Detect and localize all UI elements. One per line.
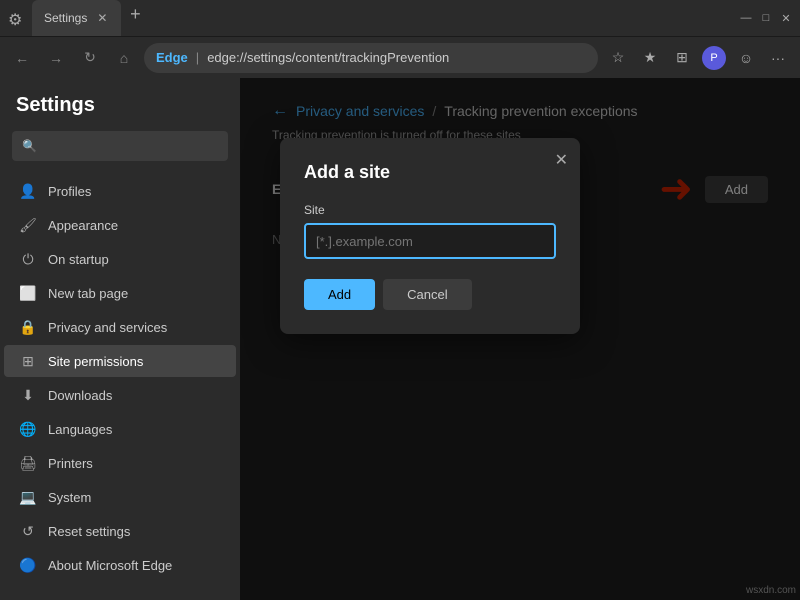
sidebar-item-profiles[interactable]: 👤 Profiles: [4, 175, 236, 207]
address-separator: |: [196, 50, 199, 65]
profile-icon[interactable]: P: [700, 44, 728, 72]
address-bar: ← → ↻ ⌂ Edge | edge://settings/content/t…: [0, 36, 800, 78]
sidebar-item-appearance[interactable]: 🖌 Appearance: [4, 209, 236, 241]
modal-close-button[interactable]: ✕: [555, 150, 568, 170]
sidebar-label-printers: Printers: [48, 456, 93, 471]
sidebar-search[interactable]: 🔍: [12, 131, 228, 161]
watermark: wsxdn.com: [746, 585, 796, 596]
search-icon: 🔍: [22, 139, 37, 153]
address-text: edge://settings/content/trackingPreventi…: [207, 50, 449, 65]
new-tab-icon: ⬜: [20, 285, 36, 301]
profiles-icon: 👤: [20, 183, 36, 199]
main-layout: Settings 🔍 👤 Profiles 🖌 Appearance ⏻ On …: [0, 78, 800, 600]
collections-icon[interactable]: ⊞: [668, 44, 696, 72]
profile-avatar: P: [702, 46, 726, 70]
system-icon: 💻: [20, 489, 36, 505]
startup-icon: ⏻: [20, 251, 36, 267]
sidebar-label-languages: Languages: [48, 422, 112, 437]
sidebar-item-on-startup[interactable]: ⏻ On startup: [4, 243, 236, 275]
minimize-button[interactable]: —: [740, 12, 752, 24]
favorites-star-icon[interactable]: ☆: [604, 44, 632, 72]
tab-title: Settings: [44, 11, 87, 25]
refresh-button[interactable]: ↻: [76, 44, 104, 72]
settings-icon: ⚙: [8, 10, 24, 26]
add-site-modal: ✕ Add a site Site Add Cancel: [280, 138, 580, 334]
title-bar: ⚙ Settings ✕ + — □ ✕: [0, 0, 800, 36]
modal-cancel-button[interactable]: Cancel: [383, 279, 471, 310]
appearance-icon: 🖌: [20, 217, 36, 233]
close-button[interactable]: ✕: [780, 12, 792, 24]
settings-tab[interactable]: Settings ✕: [32, 0, 121, 36]
sidebar-label-reset: Reset settings: [48, 524, 130, 539]
site-permissions-icon: ⊞: [20, 353, 36, 369]
emoji-icon[interactable]: ☺: [732, 44, 760, 72]
toolbar-icons: ☆ ★ ⊞ P ☺ ···: [604, 44, 792, 72]
languages-icon: 🌐: [20, 421, 36, 437]
sidebar-item-reset[interactable]: ↺ Reset settings: [4, 515, 236, 547]
sidebar-item-site-permissions[interactable]: ⊞ Site permissions: [4, 345, 236, 377]
sidebar-item-system[interactable]: 💻 System: [4, 481, 236, 513]
home-button[interactable]: ⌂: [110, 44, 138, 72]
window-controls: — □ ✕: [740, 12, 792, 24]
sidebar-item-privacy[interactable]: 🔒 Privacy and services: [4, 311, 236, 343]
sidebar-item-new-tab[interactable]: ⬜ New tab page: [4, 277, 236, 309]
reset-icon: ↺: [20, 523, 36, 539]
new-tab-button[interactable]: +: [121, 0, 149, 28]
printers-icon: 🖨: [20, 455, 36, 471]
settings-menu-icon[interactable]: ···: [764, 44, 792, 72]
sidebar-label-site-permissions: Site permissions: [48, 354, 143, 369]
sidebar-label-downloads: Downloads: [48, 388, 112, 403]
site-input[interactable]: [304, 223, 556, 259]
sidebar-item-printers[interactable]: 🖨 Printers: [4, 447, 236, 479]
tab-bar: Settings ✕ +: [32, 0, 732, 36]
edge-logo: Edge: [156, 50, 188, 65]
sidebar-label-about: About Microsoft Edge: [48, 558, 172, 573]
modal-add-button[interactable]: Add: [304, 279, 375, 310]
sidebar-label-system: System: [48, 490, 91, 505]
sidebar-label-new-tab: New tab page: [48, 286, 128, 301]
site-input-label: Site: [304, 203, 556, 217]
sidebar: Settings 🔍 👤 Profiles 🖌 Appearance ⏻ On …: [0, 78, 240, 600]
reading-list-icon[interactable]: ★: [636, 44, 664, 72]
downloads-icon: ⬇: [20, 387, 36, 403]
sidebar-item-about[interactable]: 🔵 About Microsoft Edge: [4, 549, 236, 581]
back-button[interactable]: ←: [8, 44, 36, 72]
about-icon: 🔵: [20, 557, 36, 573]
sidebar-title: Settings: [0, 94, 240, 129]
sidebar-label-profiles: Profiles: [48, 184, 91, 199]
forward-button[interactable]: →: [42, 44, 70, 72]
sidebar-item-languages[interactable]: 🌐 Languages: [4, 413, 236, 445]
modal-buttons: Add Cancel: [304, 279, 556, 310]
sidebar-label-on-startup: On startup: [48, 252, 109, 267]
sidebar-label-privacy: Privacy and services: [48, 320, 167, 335]
maximize-button[interactable]: □: [760, 12, 772, 24]
address-bar-input[interactable]: Edge | edge://settings/content/trackingP…: [144, 43, 598, 73]
tab-close-icon[interactable]: ✕: [95, 9, 109, 27]
privacy-icon: 🔒: [20, 319, 36, 335]
content-area: ← Privacy and services / Tracking preven…: [240, 78, 800, 600]
sidebar-label-appearance: Appearance: [48, 218, 118, 233]
sidebar-item-downloads[interactable]: ⬇ Downloads: [4, 379, 236, 411]
modal-overlay: ✕ Add a site Site Add Cancel: [240, 78, 800, 600]
modal-title: Add a site: [304, 162, 556, 183]
